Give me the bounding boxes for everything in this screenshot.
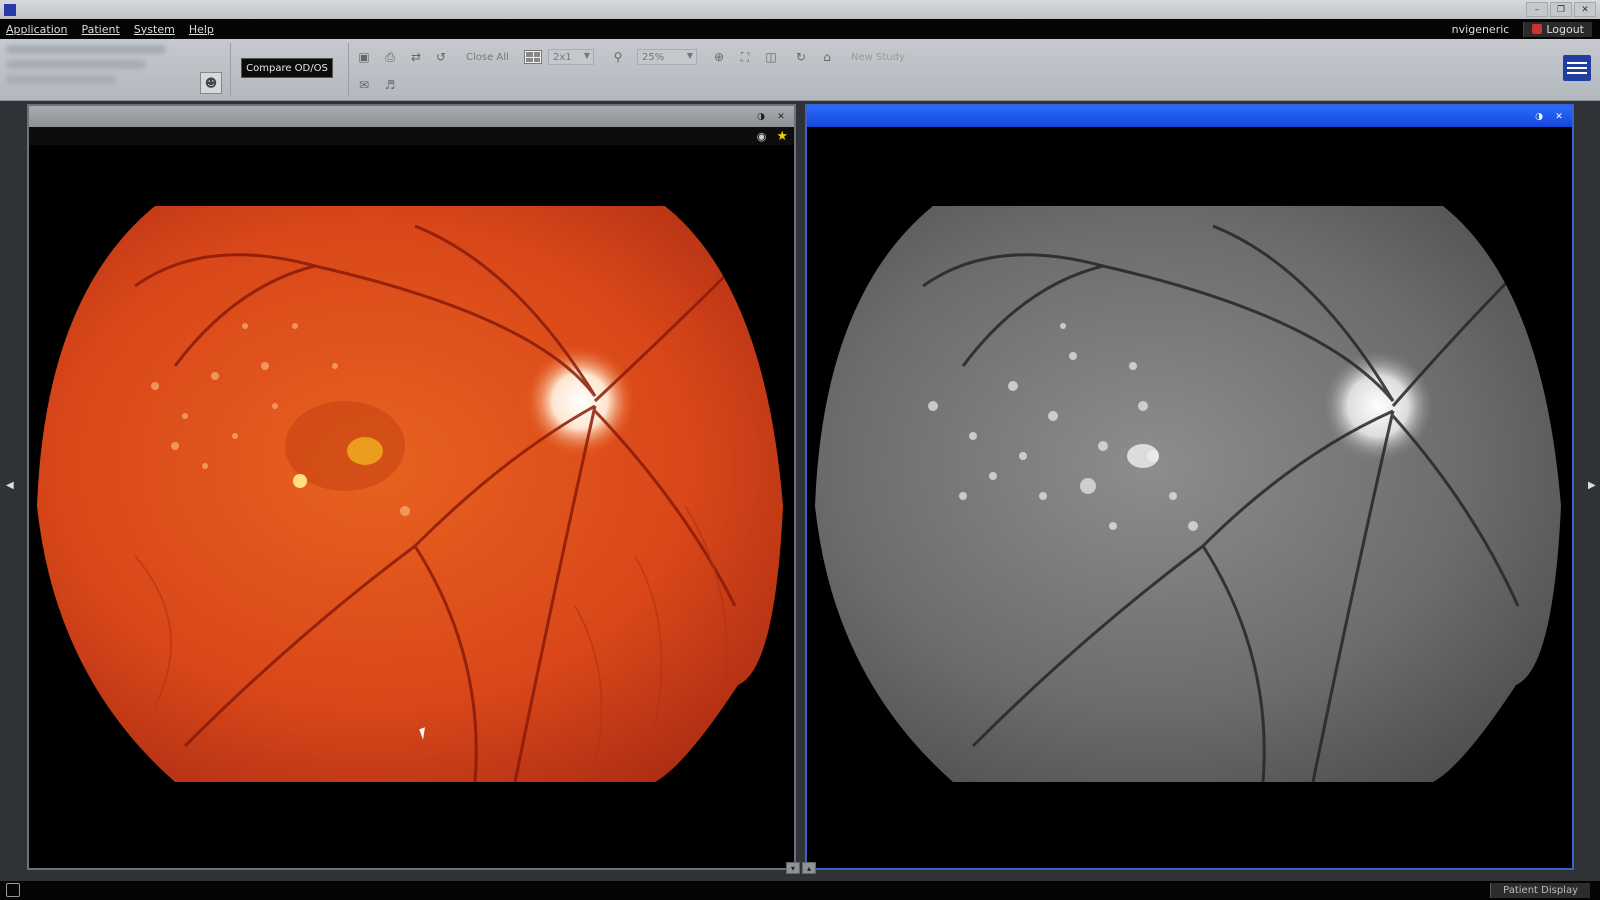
patient-display-button[interactable]: Patient Display — [1490, 883, 1590, 898]
status-bar: Patient Display — [0, 881, 1600, 900]
split-collapse-icon[interactable]: ▾ — [786, 862, 800, 874]
viewer-left-subbar: ◉ ★ — [29, 127, 794, 145]
red-free-fundus-image[interactable] — [813, 206, 1565, 782]
toolbar-separator — [230, 43, 231, 97]
layout-select[interactable]: 2x1 ▼ — [548, 49, 594, 65]
window-close-button[interactable]: ✕ — [1574, 2, 1596, 17]
left-collapse-arrow-icon[interactable]: ◀ — [6, 480, 14, 491]
menu-bar: Application Patient System Help nvigener… — [0, 19, 1600, 39]
logout-icon — [1532, 24, 1543, 34]
title-bar: – ❐ ✕ — [0, 0, 1600, 19]
toggle-icon[interactable]: ◑ — [754, 111, 768, 123]
app-window: – ❐ ✕ Application Patient System Help nv… — [0, 0, 1600, 900]
new-study-button[interactable]: New Study — [851, 52, 905, 63]
speaker-icon[interactable]: ♬ — [381, 77, 399, 93]
toggle-icon[interactable]: ◑ — [1532, 111, 1546, 123]
close-icon[interactable]: ✕ — [774, 111, 788, 123]
window-controls: – ❐ ✕ — [1526, 2, 1596, 17]
toolbar: ☻ Compare OD/OS ▣ ⎙ ⇄ ↺ Close All 2x1 ▼ … — [0, 39, 1600, 101]
print-icon[interactable]: ⎙ — [381, 49, 399, 65]
chevron-down-icon: ▼ — [686, 51, 693, 60]
menu-application[interactable]: Application — [6, 23, 67, 36]
chevron-down-icon: ▼ — [583, 51, 590, 60]
email-icon[interactable]: ✉ — [355, 77, 373, 93]
menu-patient[interactable]: Patient — [81, 23, 119, 36]
delete-icon[interactable]: ↺ — [432, 49, 450, 65]
minimize-button[interactable]: – — [1526, 2, 1548, 17]
viewer-right[interactable]: ◑ ✕ — [805, 104, 1574, 870]
viewer-left-header: ◑ ✕ — [29, 106, 794, 127]
app-icon — [4, 3, 16, 16]
status-settings-icon[interactable] — [6, 883, 20, 897]
close-all-button[interactable]: Close All — [466, 52, 509, 63]
split-controls: ▾ ▴ — [786, 862, 816, 874]
layout-grid-icon[interactable] — [524, 50, 542, 64]
viewer-left[interactable]: ◑ ✕ ◉ ★ — [27, 104, 796, 870]
viewer-right-header: ◑ ✕ — [807, 106, 1572, 127]
search-icon[interactable]: ⚲ — [609, 49, 627, 65]
patient-card-icon[interactable]: ☻ — [200, 72, 222, 94]
eye-icon[interactable]: ◉ — [757, 130, 767, 143]
zoom-select-value: 25% — [642, 51, 665, 63]
right-collapse-arrow-icon[interactable]: ▶ — [1588, 480, 1596, 491]
zeiss-logo — [1563, 55, 1591, 81]
export-icon[interactable]: ⇄ — [407, 49, 425, 65]
close-icon[interactable]: ✕ — [1552, 111, 1566, 123]
logout-button[interactable]: Logout — [1523, 21, 1592, 37]
logout-label: Logout — [1546, 22, 1584, 36]
zoom-in-icon[interactable]: ⊕ — [710, 49, 728, 65]
undo-icon[interactable]: ↻ — [792, 49, 810, 65]
save-icon[interactable]: ▣ — [355, 49, 373, 65]
maximize-button[interactable]: ❐ — [1550, 2, 1572, 17]
menu-help[interactable]: Help — [189, 23, 214, 36]
patient-dob-redacted — [6, 75, 116, 84]
menu-right: nvigeneric Logout — [1452, 19, 1592, 39]
layout-select-value: 2x1 — [553, 51, 572, 63]
menu-system[interactable]: System — [134, 23, 175, 36]
split-expand-icon[interactable]: ▴ — [802, 862, 816, 874]
rotate-icon[interactable]: ◫ — [762, 49, 780, 65]
toolbar-separator — [348, 43, 349, 97]
zoom-select[interactable]: 25% ▼ — [637, 49, 697, 65]
patient-name-redacted — [6, 45, 166, 54]
color-fundus-image[interactable] — [35, 206, 787, 782]
user-name: nvigeneric — [1451, 22, 1510, 36]
patient-id-redacted — [6, 60, 146, 69]
compare-od-os-button[interactable]: Compare OD/OS — [241, 58, 333, 78]
patient-info — [6, 45, 186, 95]
fit-icon[interactable]: ⛶ — [736, 49, 754, 65]
star-icon[interactable]: ★ — [776, 129, 788, 144]
home-icon[interactable]: ⌂ — [818, 49, 836, 65]
